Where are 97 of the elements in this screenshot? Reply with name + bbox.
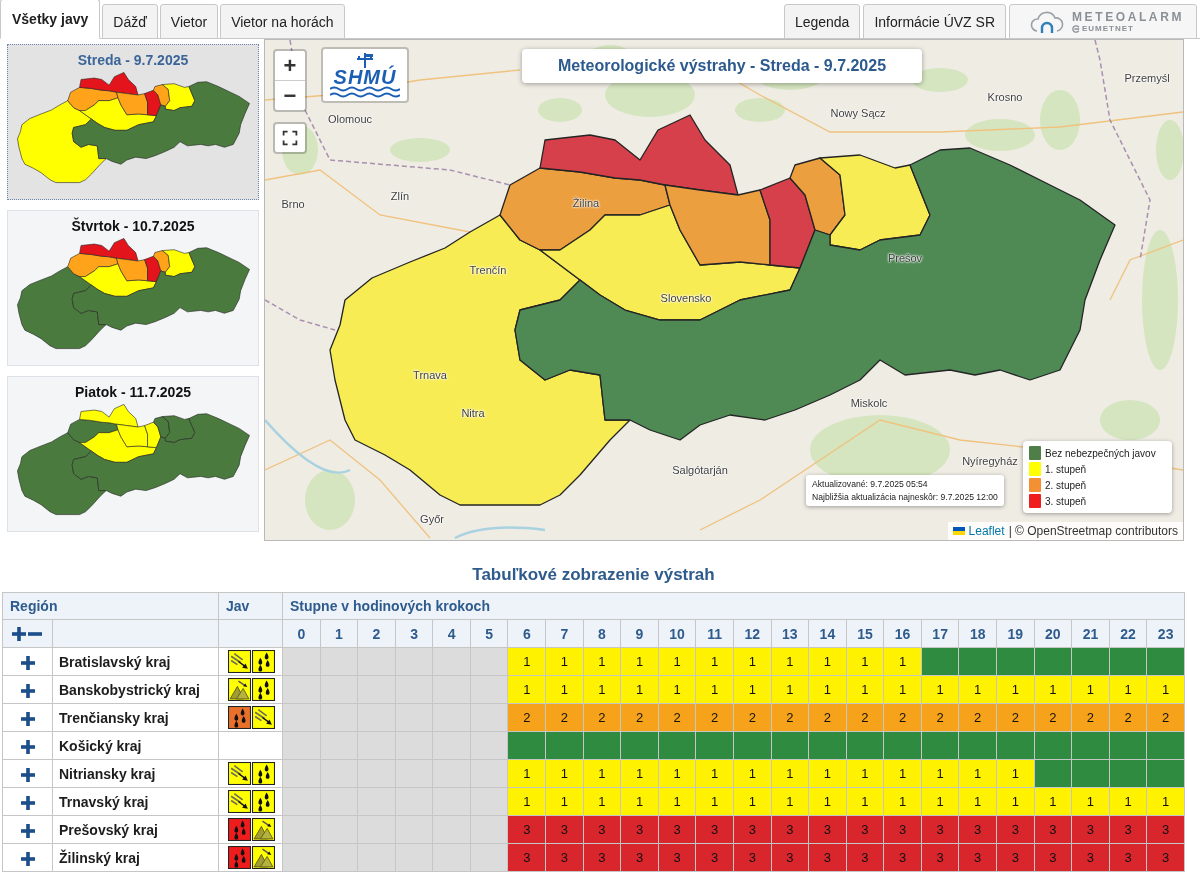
hour-header: 12	[733, 619, 772, 648]
place-label: Krosno	[987, 91, 1023, 103]
place-label: Nowy Sącz	[830, 107, 886, 119]
hour-header: 21	[1071, 619, 1110, 648]
tab[interactable]: Dážď	[102, 4, 158, 39]
place-label: Slovensko	[660, 292, 712, 304]
region-name: Žilinský kraj	[52, 843, 219, 872]
hour-header: 19	[996, 619, 1035, 648]
legend-label: 3. stupeň	[1045, 495, 1087, 507]
day-card[interactable]: Štvrtok - 10.7.2025	[7, 210, 259, 366]
plus-icon[interactable]	[20, 655, 35, 670]
hour-header: 0	[282, 619, 321, 648]
place-label: Miskolc	[850, 397, 888, 409]
tab[interactable]: Vietor	[159, 4, 219, 39]
legend-button[interactable]: Legenda	[783, 4, 861, 39]
hour-header: 6	[508, 619, 546, 648]
plus-icon[interactable]	[20, 711, 35, 726]
place-label: Trenčín	[469, 264, 507, 276]
flag-icon	[952, 527, 965, 535]
hour-header: 7	[545, 619, 584, 648]
forest-area	[735, 98, 785, 122]
fullscreen-button[interactable]	[273, 122, 307, 154]
plus-icon[interactable]	[20, 683, 35, 698]
legend-label: Bez nebezpečných javov	[1045, 447, 1156, 459]
hour-header: 18	[958, 619, 997, 648]
hour-header: 11	[695, 619, 734, 648]
region-name: Banskobystrický kraj	[52, 675, 219, 704]
attribution-text: | © OpenStreetmap contributors	[1008, 524, 1178, 538]
place-label: Zlín	[390, 190, 410, 202]
forest-area	[965, 119, 1035, 151]
ring-icon	[1072, 24, 1080, 33]
place-label: Nyíregyház	[962, 455, 1018, 467]
hour-header: 14	[808, 619, 847, 648]
forest-area	[538, 98, 582, 122]
forest-area	[390, 138, 450, 162]
updated-text: Aktualizované: 9.7.2025 05:54	[812, 479, 929, 489]
place-label: Przemyśl	[1124, 72, 1170, 84]
legend-label: 2. stupeň	[1045, 479, 1087, 491]
hour-header: 8	[583, 619, 621, 648]
section-title: Tabuľkové zobrazenie výstrah	[471, 565, 716, 585]
fullscreen-icon	[282, 130, 298, 146]
hour-header: 15	[846, 619, 884, 648]
hour-header: 20	[1034, 619, 1072, 648]
hour-header: 22	[1109, 619, 1147, 648]
info-button[interactable]: Informácie ÚVZ SR	[863, 4, 1006, 39]
hour-header: 17	[921, 619, 959, 648]
waves-icon	[330, 86, 400, 98]
place-label: Trnava	[413, 369, 447, 381]
plus-icon[interactable]	[12, 626, 26, 641]
hour-header: 10	[658, 619, 696, 648]
day-card[interactable]: Piatok - 11.7.2025	[7, 376, 259, 532]
day-card[interactable]: Streda - 9.7.2025	[7, 44, 259, 200]
plus-icon[interactable]	[20, 767, 35, 782]
zoom-out-button[interactable]: −	[275, 80, 305, 110]
column-header: Jav	[218, 592, 283, 620]
hour-header: 13	[771, 619, 809, 648]
region-name: Prešovský kraj	[52, 815, 219, 844]
border-line	[265, 299, 336, 331]
map-title: Meteorologické výstrahy - Streda - 9.7.2025	[522, 49, 922, 83]
zoom-in-button[interactable]: +	[275, 51, 305, 80]
hour-header: 16	[883, 619, 922, 648]
place-label: Olomouc	[328, 113, 372, 125]
place-label: Prešov	[887, 252, 923, 264]
forest-area	[305, 470, 355, 530]
plus-icon[interactable]	[20, 851, 35, 866]
forest-area	[1100, 400, 1160, 440]
place-label: Győr	[420, 513, 444, 525]
place-label: Brno	[281, 198, 305, 210]
region-name: Košický kraj	[52, 731, 219, 760]
hour-header: 23	[1146, 619, 1185, 648]
cloud-arc-icon	[1030, 9, 1064, 34]
region-name: Bratislavský kraj	[52, 647, 219, 676]
forest-area	[1156, 120, 1183, 180]
forest-area	[1040, 90, 1080, 150]
hour-header: 5	[470, 619, 508, 648]
plus-icon[interactable]	[20, 795, 35, 810]
place-label: Salgótarján	[672, 464, 728, 476]
column-header: Región	[2, 592, 219, 620]
tab[interactable]: Všetky javy	[0, 0, 101, 39]
leaflet-link[interactable]: Leaflet	[968, 524, 1005, 538]
region-name: Nitriansky kraj	[52, 759, 219, 788]
place-label: Žilina	[572, 197, 600, 209]
place-label: Nitra	[461, 407, 485, 419]
hour-header: 1	[320, 619, 358, 648]
hour-header: 4	[432, 619, 471, 648]
column-header: Stupne v hodinových krokoch	[282, 592, 1185, 620]
hour-header: 3	[395, 619, 433, 648]
next-update-text: Najbližšia aktualizácia najneskôr: 9.7.2025 12:00	[812, 492, 998, 502]
hour-header: 9	[620, 619, 659, 648]
region-name: Trnavský kraj	[52, 787, 219, 816]
tab[interactable]: Vietor na horách	[220, 4, 345, 39]
region-name: Trenčiansky kraj	[52, 703, 219, 732]
plus-icon[interactable]	[20, 823, 35, 838]
plus-icon[interactable]	[20, 739, 35, 754]
forest-area	[912, 68, 968, 92]
hour-header: 2	[357, 619, 396, 648]
legend-label: 1. stupeň	[1045, 463, 1087, 475]
